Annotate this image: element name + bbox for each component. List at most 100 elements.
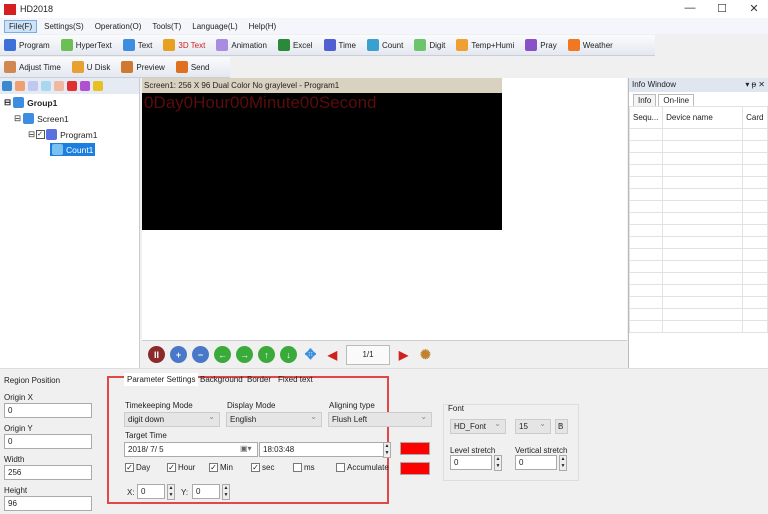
table-row[interactable] (628, 212, 768, 225)
checkbox-box[interactable] (336, 463, 345, 472)
minimize-button[interactable]: — (680, 2, 700, 14)
table-row[interactable] (628, 248, 768, 261)
move-down-icon[interactable]: ↓ (280, 346, 297, 363)
toolbar-button-weather[interactable]: Weather (567, 39, 613, 51)
copy-icon[interactable] (28, 81, 38, 91)
close-button[interactable]: ✕ (744, 2, 764, 15)
program-checkbox[interactable]: ✓ (36, 130, 46, 139)
origin-x-input[interactable]: 0 (4, 403, 92, 418)
menu-language[interactable]: Language(L) (188, 21, 241, 32)
checkbox-day[interactable]: ✓ Day (125, 463, 150, 472)
checkbox-sec[interactable]: ✓ sec (251, 463, 274, 472)
x-offset-spinner[interactable]: ▲ ▼ (167, 484, 175, 500)
checkbox-box[interactable]: ✓ (125, 463, 134, 472)
tab-info[interactable]: Info (633, 94, 657, 106)
toolbar-button-u-disk[interactable]: U Disk (71, 61, 110, 73)
collapse-icon[interactable]: ⊟ (28, 129, 35, 140)
prev-page-icon[interactable]: ◀ (324, 346, 341, 363)
bold-button[interactable]: B (555, 419, 568, 434)
move-down-icon[interactable] (54, 81, 64, 91)
tab-fixed-text[interactable]: Fixed text (275, 373, 316, 386)
level-stretch-spinner[interactable]: ▲ ▼ (494, 455, 502, 471)
move-up-icon[interactable] (41, 81, 51, 91)
y-offset-input[interactable]: 0 (192, 484, 220, 499)
y-offset-spinner[interactable]: ▲ ▼ (222, 484, 230, 500)
toolbar-button-adjust-time[interactable]: Adjust Time (4, 61, 61, 73)
led-preview[interactable]: 0Day0Hour00Minute00Second (142, 93, 502, 230)
toolbar-button-send[interactable]: Send (175, 61, 210, 73)
table-row[interactable] (628, 140, 768, 153)
move-up-icon[interactable]: ↑ (258, 346, 275, 363)
width-input[interactable]: 256 (4, 465, 92, 480)
time-spinner[interactable]: ▲ ▼ (383, 442, 391, 458)
aligning-type-select[interactable]: Flush Left (328, 412, 432, 427)
table-row[interactable] (628, 128, 768, 141)
table-row[interactable] (628, 308, 768, 321)
tab-background[interactable]: Background (197, 373, 246, 386)
close-icon[interactable]: ✕ (758, 80, 765, 89)
toolbar-button-pray[interactable]: Pray (525, 39, 557, 51)
toolbar-button-animation[interactable]: Animation (216, 39, 267, 51)
tree-node-group[interactable]: ⊟ Group1 (4, 97, 57, 108)
collapse-icon[interactable]: ⊟ (14, 113, 21, 124)
toolbar-button-time[interactable]: Time (323, 39, 356, 51)
collapse-icon[interactable]: ⊟ (4, 97, 11, 108)
dropdown-icon[interactable]: ▾ (745, 80, 749, 89)
color-swatch-1[interactable] (400, 442, 430, 455)
table-row[interactable] (628, 296, 768, 309)
table-row[interactable] (628, 224, 768, 237)
checkbox-box[interactable]: ✓ (251, 463, 260, 472)
timekeeping-mode-select[interactable]: digit down (124, 412, 220, 427)
zoom-out-icon[interactable]: − (192, 346, 209, 363)
menu-operation[interactable]: Operation(O) (91, 21, 146, 32)
target-date-input[interactable]: 2018/ 7/ 5 (124, 442, 258, 457)
tree-node-count[interactable]: Count1 (50, 143, 96, 156)
zoom-in-icon[interactable]: + (170, 346, 187, 363)
table-row[interactable] (628, 272, 768, 285)
menu-settings[interactable]: Settings(S) (40, 21, 88, 32)
pin-icon[interactable]: ᵽ (752, 80, 756, 89)
table-row[interactable] (628, 200, 768, 213)
target-time-input[interactable]: 18:03:48 (259, 442, 387, 457)
toolbar-button-temp-humi[interactable]: Temp+Humi (456, 39, 514, 51)
next-page-icon[interactable]: ▶ (395, 346, 412, 363)
maximize-button[interactable]: ☐ (712, 2, 732, 15)
table-row[interactable] (628, 164, 768, 177)
toolbar-button-excel[interactable]: Excel (277, 39, 313, 51)
level-stretch-input[interactable]: 0 (450, 455, 492, 470)
add-group-icon[interactable] (15, 81, 25, 91)
toolbar-button-3d-text[interactable]: 3D Text (163, 39, 205, 51)
checkbox-min[interactable]: ✓ Min (209, 463, 233, 472)
move-all-icon[interactable]: ✥ (302, 346, 319, 363)
search-icon[interactable] (93, 81, 103, 91)
toolbar-button-hypertext[interactable]: HyperText (60, 39, 112, 51)
toolbar-button-program[interactable]: Program (4, 39, 50, 51)
font-name-select[interactable]: HD_Font (450, 419, 506, 434)
pause-icon[interactable]: II (148, 346, 165, 363)
table-row[interactable] (628, 188, 768, 201)
color-swatch-2[interactable] (400, 462, 430, 475)
add-screen-icon[interactable] (2, 81, 12, 91)
table-row[interactable] (628, 260, 768, 273)
vertical-stretch-input[interactable]: 0 (515, 455, 557, 470)
tab-online[interactable]: On-line (658, 94, 695, 106)
checkbox-hour[interactable]: ✓ Hour (167, 463, 195, 472)
checkbox-accumulate[interactable]: Accumulate (336, 463, 389, 472)
column-header[interactable]: Card (742, 106, 768, 129)
tab-border[interactable]: Border (244, 373, 274, 386)
toolbar-button-text[interactable]: Text (122, 39, 152, 51)
checkbox-box[interactable] (293, 463, 302, 472)
calendar-dropdown-icon[interactable]: ▣▾ (240, 444, 252, 453)
menu-help[interactable]: Help(H) (245, 21, 281, 32)
table-row[interactable] (628, 320, 768, 333)
table-row[interactable] (628, 152, 768, 165)
tree-node-screen[interactable]: ⊟ Screen1 (14, 113, 69, 124)
x-offset-input[interactable]: 0 (137, 484, 165, 499)
checkbox-ms[interactable]: ms (293, 463, 315, 472)
tree-node-program[interactable]: ⊟ ✓ Program1 (28, 129, 97, 140)
toolbar-button-digit[interactable]: Digit (414, 39, 445, 51)
column-header[interactable]: Device name (662, 106, 744, 129)
menu-tools[interactable]: Tools(T) (148, 21, 185, 32)
move-right-icon[interactable]: → (236, 346, 253, 363)
table-row[interactable] (628, 236, 768, 249)
